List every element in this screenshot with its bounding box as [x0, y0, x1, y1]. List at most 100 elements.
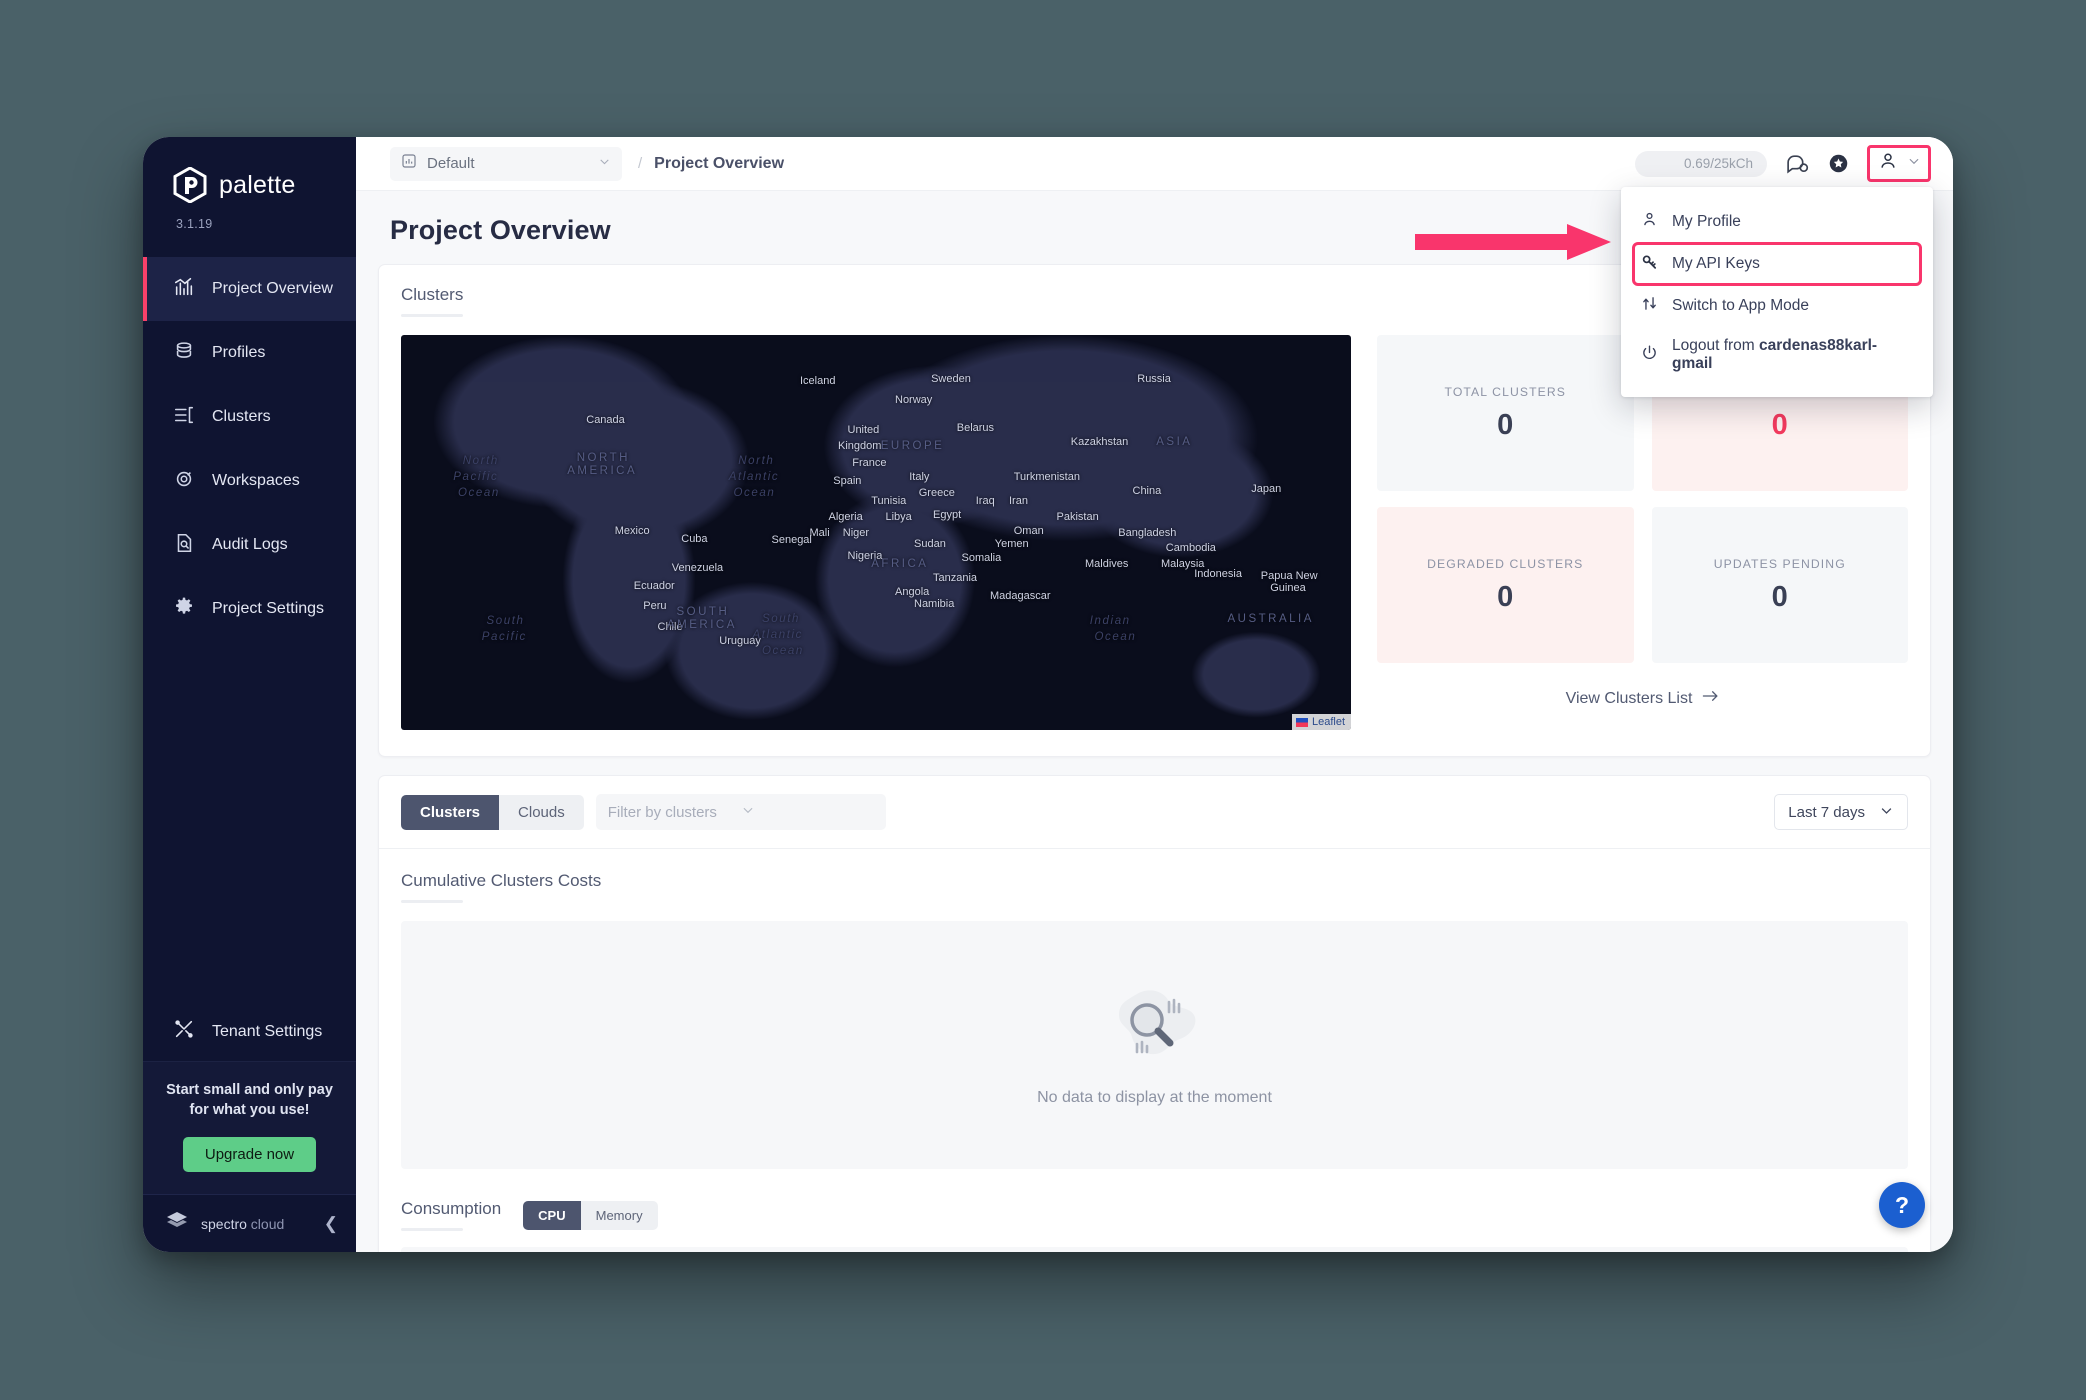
date-range-select[interactable]: Last 7 days: [1774, 794, 1908, 830]
scope-tabs: Clusters Clouds: [401, 794, 584, 830]
map-label: EUROPE: [880, 439, 945, 452]
map-label: North: [462, 455, 499, 468]
sidebar-item-label: Clusters: [212, 408, 271, 425]
map-label: Iceland: [800, 374, 836, 387]
tab-clusters[interactable]: Clusters: [401, 794, 500, 830]
world-map[interactable]: Iceland Sweden Norway Russia Canada United Kin…: [401, 335, 1351, 730]
collapse-sidebar-icon[interactable]: ❮: [320, 1214, 342, 1234]
cluster-filter-placeholder: Filter by clusters: [607, 803, 717, 821]
leaflet-flag-icon: [1295, 717, 1308, 727]
stat-tile-value: 0: [1497, 408, 1514, 441]
sidebar-item-clusters[interactable]: Clusters: [143, 385, 356, 449]
menu-item-my-api-keys[interactable]: My API Keys: [1632, 242, 1922, 286]
chevron-down-icon: [741, 803, 874, 821]
target-orbit-icon: [173, 468, 195, 495]
stat-tile[interactable]: TOTAL CLUSTERS 0: [1377, 335, 1634, 491]
sidebar-item-label: Audit Logs: [212, 536, 288, 553]
swap-arrows-icon: [1641, 295, 1658, 317]
map-label: Yemen: [994, 538, 1029, 551]
cluster-filter-select[interactable]: Filter by clusters: [595, 794, 886, 830]
map-label: Cambodia: [1165, 542, 1216, 555]
map-label: Namibia: [914, 597, 955, 610]
stat-tile[interactable]: DEGRADED CLUSTERS 0: [1377, 507, 1634, 663]
map-label: Japan: [1251, 483, 1282, 496]
sidebar-item-label: Tenant Settings: [212, 1022, 323, 1040]
map-label: Indonesia: [1194, 568, 1242, 581]
map-label: South: [486, 615, 525, 628]
map-label: Ocean: [733, 487, 776, 500]
tab-memory[interactable]: Memory: [581, 1201, 658, 1230]
sidebar-item-label: Profiles: [212, 344, 266, 361]
tab-cpu[interactable]: CPU: [523, 1200, 581, 1230]
filter-row: Clusters Clouds Filter by clusters Last …: [379, 776, 1930, 849]
map-label: Angola: [895, 585, 930, 598]
map-label: Egypt: [933, 508, 962, 521]
menu-item-logout[interactable]: Logout from cardenas88karl-gmail: [1621, 327, 1933, 383]
key-icon: [1641, 253, 1658, 275]
consumption-chart-placeholder: [401, 1247, 1908, 1252]
sidebar-item-audit-logs[interactable]: Audit Logs: [143, 513, 356, 577]
menu-item-my-profile[interactable]: My Profile: [1621, 201, 1933, 243]
map-label: Iraq: [975, 494, 995, 507]
help-button[interactable]: ?: [1879, 1182, 1925, 1228]
map-label: Greece: [918, 487, 955, 500]
footer-brand-muted: cloud: [246, 1215, 285, 1232]
usage-badge[interactable]: 0.69/25kCh: [1635, 150, 1767, 177]
consumption-tabs: CPU Memory: [523, 1200, 658, 1230]
spectro-cloud-logo-icon: [165, 1210, 189, 1237]
map-label: Spain: [833, 475, 862, 488]
menu-item-label: Switch to App Mode: [1672, 297, 1809, 314]
upgrade-now-button[interactable]: Upgrade now: [182, 1137, 317, 1172]
map-label: Peru: [643, 599, 667, 612]
tools-icon: [173, 1018, 195, 1045]
map-label: Maldives: [1085, 558, 1129, 571]
top-bar-actions: 0.69/25kCh: [1635, 145, 1931, 182]
stat-tile-label: DEGRADED CLUSTERS: [1427, 556, 1584, 571]
map-label: Norway: [895, 394, 933, 407]
project-selector[interactable]: Default: [390, 146, 622, 181]
chat-bubbles-icon[interactable]: [1785, 151, 1810, 176]
map-label: Sweden: [931, 372, 971, 385]
magnifier-no-data-icon: [1107, 984, 1203, 1073]
brand-logo[interactable]: palette: [143, 137, 356, 204]
map-label: Ocean: [458, 487, 500, 500]
power-icon: [1641, 344, 1658, 366]
document-search-icon: [173, 532, 195, 559]
view-clusters-list-link[interactable]: View Clusters List: [1566, 689, 1720, 708]
menu-item-label: My API Keys: [1672, 255, 1760, 272]
map-label: Somalia: [961, 552, 1002, 565]
sidebar-item-profiles[interactable]: Profiles: [143, 321, 356, 385]
star-badge-icon[interactable]: [1828, 153, 1849, 174]
empty-state: No data to display at the moment: [401, 921, 1908, 1169]
sidebar-item-workspaces[interactable]: Workspaces: [143, 449, 356, 513]
consumption-section: Consumption CPU Memory: [379, 1169, 1930, 1231]
view-clusters-list-label: View Clusters List: [1565, 689, 1693, 707]
arrow-right-icon: [1702, 689, 1719, 708]
sidebar-item-tenant-settings[interactable]: Tenant Settings: [143, 1003, 356, 1061]
sidebar-item-project-overview[interactable]: Project Overview: [143, 257, 356, 321]
gear-icon: [173, 596, 195, 623]
server-list-icon: [173, 404, 195, 431]
version-label: 3.1.19: [176, 217, 213, 231]
map-label: Bangladesh: [1118, 526, 1177, 539]
user-avatar-button[interactable]: [1867, 145, 1931, 182]
breadcrumb-separator: /: [638, 155, 643, 172]
menu-item-label: My Profile: [1672, 213, 1741, 230]
menu-item-switch-to-app-mode[interactable]: Switch to App Mode: [1621, 285, 1933, 327]
map-label: Guinea: [1270, 581, 1306, 594]
chevron-down-icon: [598, 155, 611, 173]
sidebar: palette 3.1.19 Project Overview Profiles…: [143, 137, 356, 1252]
map-label: Pacific: [481, 631, 527, 644]
top-bar: Default / Project Overview 0.69/25kCh: [356, 137, 1953, 191]
sidebar-item-project-settings[interactable]: Project Settings: [143, 577, 356, 641]
map-label: NORTH: [576, 451, 630, 464]
cumulative-costs-section: Cumulative Clusters Costs No data to dis…: [379, 849, 1930, 1169]
map-label: Cuba: [681, 532, 708, 545]
map-label: Russia: [1137, 372, 1171, 385]
map-label: ASIA: [1156, 435, 1193, 448]
tab-clouds[interactable]: Clouds: [499, 795, 584, 830]
map-label: China: [1132, 485, 1162, 498]
stat-tile[interactable]: UPDATES PENDING 0: [1651, 507, 1908, 663]
chevron-down-icon: [1907, 154, 1921, 173]
leaflet-attribution[interactable]: Leaflet: [1291, 714, 1351, 730]
